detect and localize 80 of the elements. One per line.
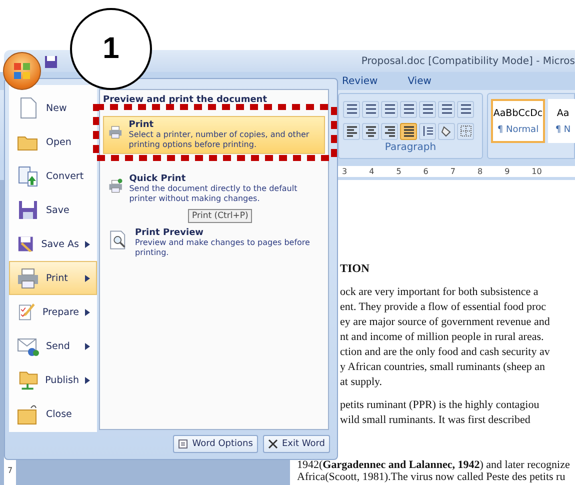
align-button[interactable] xyxy=(362,122,379,140)
menu-item[interactable]: Prepare xyxy=(9,295,97,329)
group-label: Paragraph xyxy=(384,142,438,155)
menu-item[interactable]: Close xyxy=(9,397,97,431)
document-text-line: ock are very important for both subsistence a xyxy=(340,285,540,300)
line-spacing-icon xyxy=(422,125,434,137)
ruler-number: 5 xyxy=(396,166,402,176)
submenu-item-title: Print xyxy=(128,120,155,130)
style-preview: AaBbCcDc xyxy=(493,108,543,118)
style-tile[interactable]: Aa ¶ N xyxy=(548,99,575,143)
ruler-number: 4 xyxy=(369,166,374,176)
panel-heading: Preview and print the document xyxy=(103,95,268,107)
style-name: ¶ Normal xyxy=(497,124,539,134)
ribbon-button[interactable] xyxy=(400,100,417,118)
close-icon xyxy=(268,439,278,449)
style-preview: Aa xyxy=(556,108,570,118)
align-left-icon xyxy=(344,125,358,137)
submenu-item[interactable]: Quick Print Send the document directly to the default printer without making changes. xyxy=(103,170,325,208)
menu-item[interactable]: Save xyxy=(9,193,97,227)
document-text-line: petits ruminant (PPR) is the highly contagiou xyxy=(340,398,540,413)
menu-item[interactable]: Save As xyxy=(9,227,97,261)
menu-footer-button[interactable]: Word Options xyxy=(173,435,258,453)
ruler-number: 3 xyxy=(342,166,348,176)
submenu-item-title: Print Preview xyxy=(135,228,204,238)
borders-button[interactable] xyxy=(457,122,474,140)
ruler-number: 8 xyxy=(477,166,483,176)
document-text-line: 1942(Gargadennec and Lalannec, 1942) and later recognize xyxy=(297,460,571,472)
document-text-line: nt and income of million people in rural areas. xyxy=(340,330,545,345)
save-icon[interactable] xyxy=(44,55,58,69)
style-name: ¶ N xyxy=(555,124,571,134)
document-text-line: ey are major source of government revenue and xyxy=(340,315,551,330)
ribbon-tab[interactable]: View xyxy=(404,74,436,88)
ruler-number: 9 xyxy=(504,166,510,176)
submenu-item-title: Quick Print xyxy=(129,174,187,184)
ribbon-button[interactable] xyxy=(343,100,360,118)
align-justify-icon xyxy=(402,125,416,137)
align-button[interactable] xyxy=(381,122,398,140)
ruler-number: 7 xyxy=(450,166,456,176)
printer-icon xyxy=(16,266,40,290)
menu-item[interactable]: Convert xyxy=(9,159,97,193)
ribbon-button[interactable] xyxy=(381,100,398,118)
align-button[interactable] xyxy=(343,122,360,140)
document-text-line: ent. They provide a flow of essential food proc xyxy=(340,300,547,315)
ribbon-button[interactable] xyxy=(362,100,379,118)
align-button[interactable] xyxy=(400,122,417,140)
ruler-number: 6 xyxy=(423,166,428,176)
submenu-item[interactable]: Print Select a printer, number of copies, and other printing options before printing. xyxy=(103,116,325,154)
menu-item[interactable]: Publish xyxy=(9,363,97,397)
step-number-callout: 1 xyxy=(70,8,152,90)
document-text-line: ction and are the only food and cash security av xyxy=(340,345,551,360)
ribbon-button[interactable] xyxy=(457,100,474,118)
style-tile[interactable]: AaBbCcDc ¶ Normal xyxy=(491,99,545,143)
shading-button[interactable] xyxy=(438,122,455,140)
ribbon-button[interactable] xyxy=(438,100,455,118)
line-spacing-button[interactable] xyxy=(419,122,436,140)
menu-item[interactable]: New xyxy=(9,91,97,125)
document-text-line: wild small ruminants. It was first described xyxy=(340,413,532,428)
submenu-item-description: Preview and make changes to pages before printing. xyxy=(135,238,311,258)
office-logo-icon xyxy=(13,62,31,80)
document-text-line: Africa(Scoott, 1981).The virus now called Peste des petits ru xyxy=(297,472,566,483)
document-heading: TION xyxy=(340,262,370,277)
document-text-line: at supply. xyxy=(340,375,384,390)
tooltip: Print (Ctrl+P) xyxy=(188,209,252,223)
document-text-line: y African countries, small ruminants (sheep an xyxy=(340,360,546,375)
submenu-item[interactable]: Print Preview Preview and make changes to pages before printing. xyxy=(103,224,325,262)
options-icon xyxy=(178,439,188,449)
convert-document-icon xyxy=(16,164,40,188)
window-title: Proposal.doc [Compatibility Mode] - Micros xyxy=(361,56,575,66)
borders-icon xyxy=(460,125,472,137)
align-right-icon xyxy=(382,125,396,137)
ribbon-tab[interactable]: Review xyxy=(338,74,382,88)
submenu-item-description: Send the document directly to the default printer without making changes. xyxy=(129,184,298,204)
menu-item[interactable]: Print xyxy=(9,261,97,295)
ribbon-button[interactable] xyxy=(419,100,436,118)
menu-item[interactable]: Send xyxy=(9,329,97,363)
menu-footer-button[interactable]: Exit Word xyxy=(262,435,330,453)
menu-item[interactable]: Open xyxy=(9,125,97,159)
ruler-number: 10 xyxy=(532,166,542,176)
align-center-icon xyxy=(364,125,378,137)
submenu-item-description: Select a printer, number of copies, and other printing options before printing. xyxy=(128,130,310,150)
